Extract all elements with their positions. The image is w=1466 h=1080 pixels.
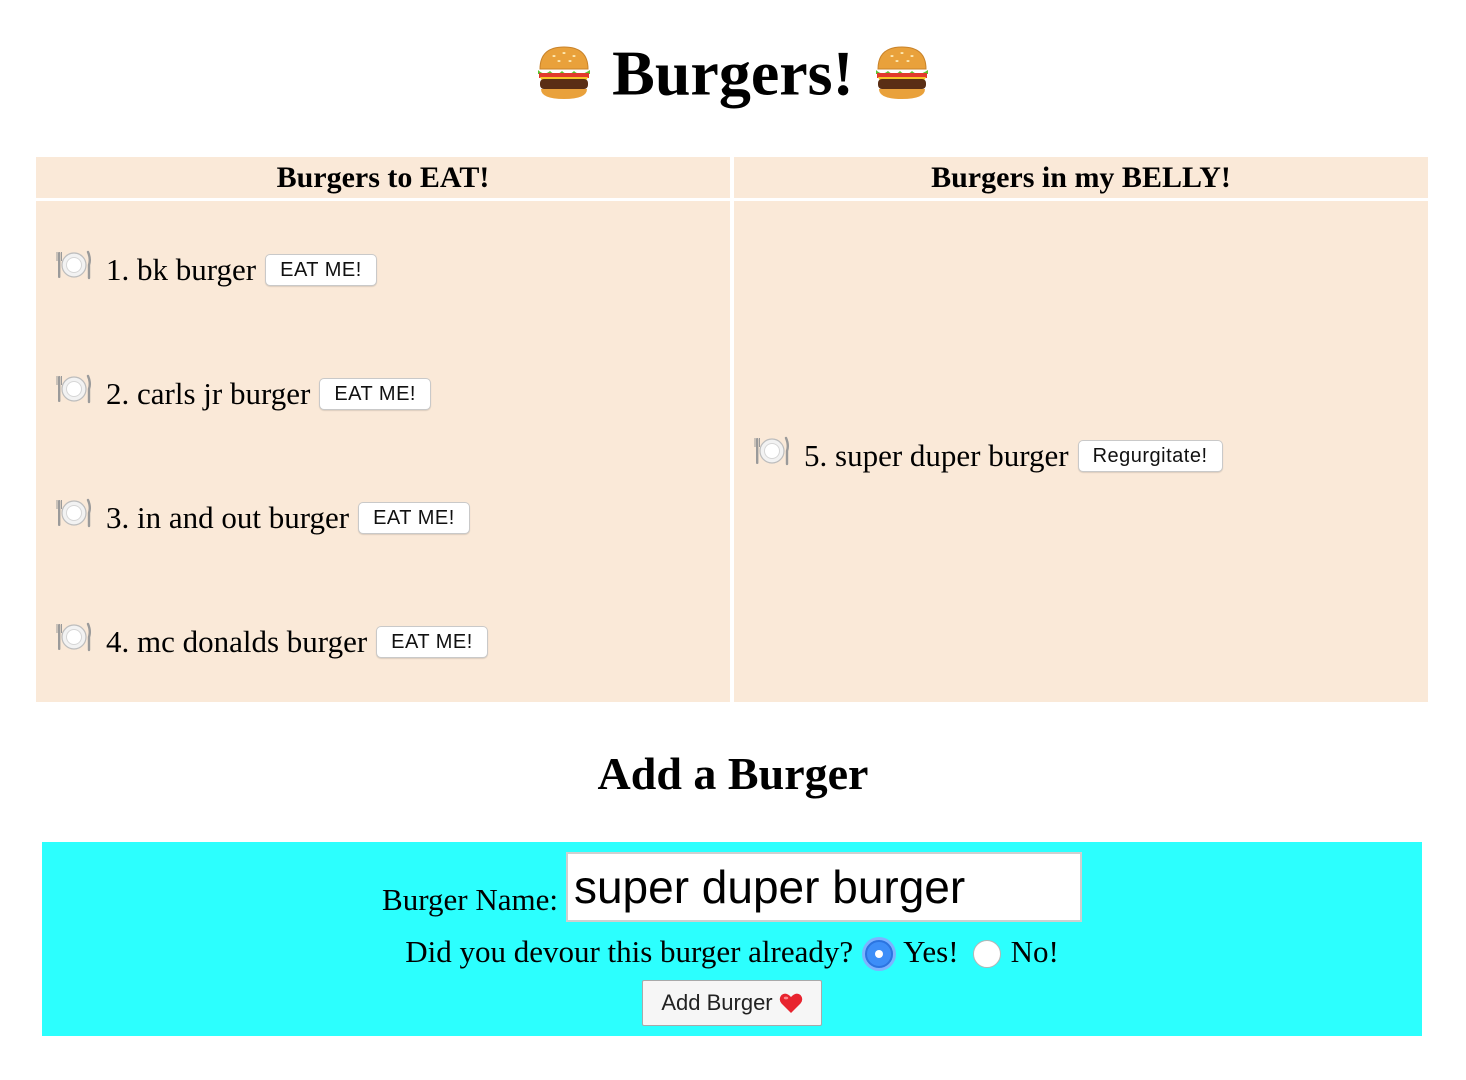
plate-with-cutlery-icon <box>56 497 92 529</box>
burger-name-label: Burger Name: <box>382 882 558 917</box>
eat-button[interactable]: EAT ME! <box>319 378 431 410</box>
yes-radio[interactable] <box>865 940 894 968</box>
burger-name: 1. bk burger <box>106 252 257 287</box>
plate-with-cutlery-icon <box>754 435 790 467</box>
eat-button[interactable]: EAT ME! <box>376 626 488 658</box>
burger-name: 3. in and out burger <box>106 500 350 535</box>
hamburger-icon <box>534 37 594 100</box>
eat-button[interactable]: EAT ME! <box>265 254 377 286</box>
belly-heading: Burgers in my BELLY! <box>734 157 1428 198</box>
no-label: No! <box>1010 934 1059 969</box>
burger-name: 4. mc donalds burger <box>106 624 368 659</box>
add-burger-button[interactable]: Add Burger <box>642 980 822 1026</box>
hamburger-icon <box>872 37 932 100</box>
list-item: 5. super duper burger Regurgitate! <box>754 436 1223 476</box>
burger-app: Burgers! Burgers to EAT! Burgers in my B… <box>0 0 1466 1080</box>
heart-icon <box>779 992 803 1014</box>
devoured-question: Did you devour this burger already? <box>405 934 854 969</box>
plate-with-cutlery-icon <box>56 621 92 653</box>
page-title: Burgers! <box>0 22 1466 118</box>
eat-button[interactable]: EAT ME! <box>358 502 470 534</box>
to-eat-column: 1. bk burger EAT ME! 2. carls jr burger … <box>36 201 730 702</box>
list-item: 4. mc donalds burger EAT ME! <box>56 622 488 662</box>
burger-board: Burgers to EAT! Burgers in my BELLY! 1. … <box>36 157 1428 702</box>
name-row: Burger Name: <box>42 852 1422 922</box>
plate-with-cutlery-icon <box>56 249 92 281</box>
burger-name-input[interactable] <box>565 852 1082 922</box>
add-burger-label: Add Burger <box>661 990 773 1015</box>
burger-name: 5. super duper burger <box>804 438 1069 473</box>
title-text: Burgers! <box>612 37 854 109</box>
add-burger-heading: Add a Burger <box>597 748 869 799</box>
no-radio[interactable] <box>972 940 1001 968</box>
to-eat-heading: Burgers to EAT! <box>36 157 730 198</box>
devoured-row: Did you devour this burger already? Yes!… <box>42 930 1422 974</box>
list-item: 1. bk burger EAT ME! <box>56 250 377 290</box>
yes-label: Yes! <box>903 934 959 969</box>
belly-column: 5. super duper burger Regurgitate! <box>734 201 1428 702</box>
regurgitate-button[interactable]: Regurgitate! <box>1077 440 1223 472</box>
list-item: 2. carls jr burger EAT ME! <box>56 374 431 414</box>
burger-name: 2. carls jr burger <box>106 376 311 411</box>
add-burger-form: Burger Name: Did you devour this burger … <box>42 842 1422 1036</box>
submit-row: Add Burger <box>42 980 1422 1026</box>
plate-with-cutlery-icon <box>56 373 92 405</box>
list-item: 3. in and out burger EAT ME! <box>56 498 470 538</box>
